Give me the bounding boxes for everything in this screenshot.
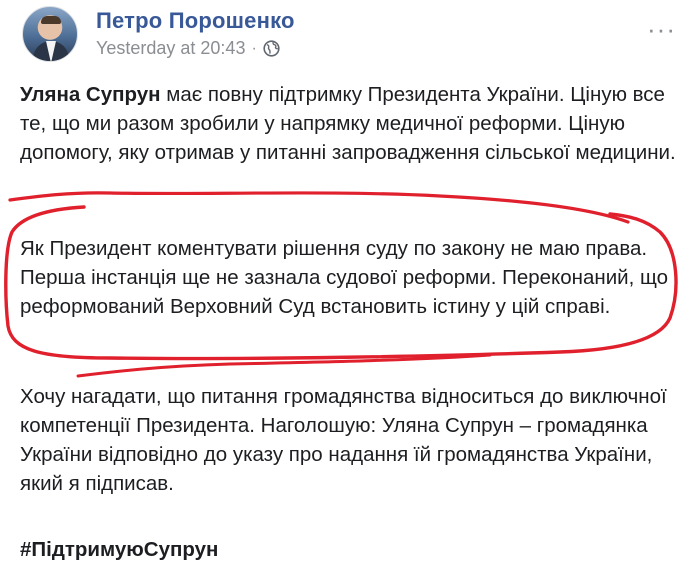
avatar-hair xyxy=(41,16,61,24)
hashtag[interactable]: #ПідтримуюСупрун xyxy=(20,535,684,564)
meta-separator: · xyxy=(251,39,257,57)
facebook-post: Петро Порошенко Yesterday at 20:43 · ···… xyxy=(0,0,696,576)
globe-icon[interactable] xyxy=(263,40,280,57)
post-meta: Yesterday at 20:43 · xyxy=(96,38,280,59)
post-paragraph-2: Як Президент коментувати рішення суду по… xyxy=(20,237,669,318)
annotation-top-stroke xyxy=(8,191,630,224)
post-timestamp[interactable]: Yesterday at 20:43 xyxy=(96,38,245,59)
post-header: Петро Порошенко Yesterday at 20:43 · ··· xyxy=(22,6,676,62)
annotation-bottom-stroke xyxy=(76,353,492,378)
author-name[interactable]: Петро Порошенко xyxy=(96,8,295,34)
author-avatar[interactable] xyxy=(22,6,78,62)
mentioned-name: Уляна Супрун xyxy=(20,83,161,106)
post-paragraph-1: Уляна Супрун має повну підтримку Президе… xyxy=(20,80,684,167)
post-paragraph-3: Хочу нагадати, що питання громадянства в… xyxy=(20,385,667,495)
more-options-icon[interactable]: ··· xyxy=(647,16,676,42)
